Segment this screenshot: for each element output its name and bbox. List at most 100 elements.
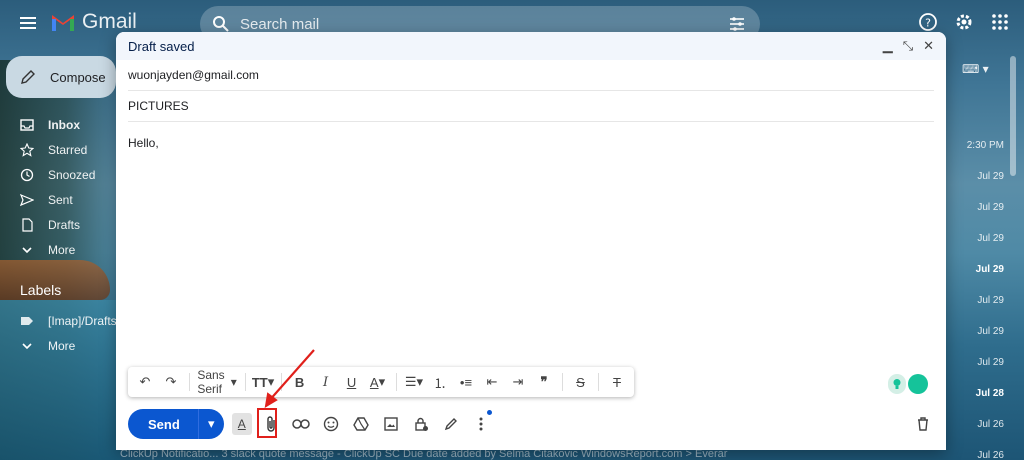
sidebar-item-label: Sent	[48, 192, 73, 207]
pop-out-icon[interactable]: ⤡	[903, 38, 913, 54]
labels-heading: Labels	[20, 282, 62, 298]
input-tools-icon[interactable]: ⌨ ▾	[962, 62, 989, 76]
label-item-label: [Imap]/Drafts	[48, 313, 117, 328]
sidebar-nav: Inbox Starred Snoozed Sent Drafts More	[0, 112, 120, 262]
signature-icon[interactable]	[440, 413, 462, 435]
email-date: Jul 29	[977, 326, 1004, 337]
minimize-icon[interactable]: ▁	[883, 38, 893, 54]
font-select-value: Sans Serif	[197, 368, 225, 396]
main-menu-icon[interactable]	[18, 13, 38, 33]
search-options-icon[interactable]	[728, 15, 746, 33]
send-options-icon[interactable]: ▾	[197, 409, 224, 439]
redo-icon[interactable]: ↷	[160, 371, 182, 393]
apps-grid-icon[interactable]	[990, 12, 1010, 32]
grammarly-icon[interactable]	[908, 374, 928, 394]
app-name: Gmail	[82, 10, 137, 33]
attach-file-button[interactable]	[256, 408, 282, 438]
search-icon[interactable]	[212, 15, 230, 33]
undo-icon[interactable]: ↶	[134, 371, 156, 393]
sidebar-item-label: More	[48, 242, 76, 257]
numbered-list-icon[interactable]: ⒈	[429, 371, 451, 393]
bold-icon[interactable]: B	[289, 371, 311, 393]
subject-text: PICTURES	[128, 99, 189, 113]
sidebar-item-more[interactable]: More	[0, 237, 120, 262]
send-button[interactable]: Send	[128, 409, 198, 439]
text-color-icon[interactable]: A ▾	[367, 371, 389, 393]
quote-icon[interactable]: ❞	[533, 371, 555, 393]
notification-dot	[486, 410, 492, 415]
italic-icon[interactable]: I	[315, 371, 337, 393]
discard-draft-icon[interactable]	[912, 413, 934, 435]
help-icon[interactable]: ?	[918, 12, 938, 32]
sidebar-item-drafts[interactable]: Drafts	[0, 212, 120, 237]
compose-label: Compose	[50, 69, 106, 85]
search-input[interactable]	[240, 15, 700, 33]
sidebar-item-sent[interactable]: Sent	[0, 187, 120, 212]
sidebar-item-starred[interactable]: Starred	[0, 137, 120, 162]
text-size-icon[interactable]: TT ▾	[252, 371, 274, 393]
insert-link-icon[interactable]	[290, 413, 312, 435]
emoji-icon[interactable]	[320, 413, 342, 435]
label-item-label: More	[48, 338, 76, 353]
gear-icon[interactable]	[954, 12, 974, 32]
email-date: Jul 29	[977, 171, 1004, 182]
label-item-more[interactable]: More	[0, 333, 120, 358]
chevron-down-icon	[20, 339, 34, 353]
email-date: Jul 29	[977, 357, 1004, 368]
email-date: Jul 26	[977, 450, 1004, 460]
draft-icon	[20, 217, 34, 232]
email-date: Jul 26	[977, 419, 1004, 430]
sidebar-item-label: Snoozed	[48, 167, 96, 182]
email-date: Jul 29	[975, 264, 1004, 275]
email-date: Jul 29	[977, 295, 1004, 306]
compose-window: Draft saved ▁ ⤡ ✕ wuonjayden@gmail.com P…	[116, 32, 946, 450]
email-date: 2:30 PM	[966, 140, 1004, 151]
compose-title: Draft saved	[128, 38, 195, 54]
insert-photo-icon[interactable]	[380, 413, 402, 435]
sidebar-item-label: Starred	[48, 142, 88, 157]
email-date: Jul 29	[977, 233, 1004, 244]
drive-icon[interactable]	[350, 413, 372, 435]
attachment-highlight-box	[256, 408, 277, 438]
pencil-icon	[21, 70, 35, 84]
indent-more-icon[interactable]: ⇥	[507, 371, 529, 393]
indent-less-icon[interactable]: ⇤	[481, 371, 503, 393]
email-list-edge: ⌨ ▾ 2:30 PM Jul 29 Jul 29 Jul 29 Jul 29 …	[944, 48, 1024, 460]
font-select[interactable]: Sans Serif ▾	[196, 368, 237, 396]
grammarly-widget[interactable]	[888, 374, 928, 396]
sidebar-item-label: Inbox	[48, 117, 80, 132]
close-icon[interactable]: ✕	[923, 38, 934, 54]
confidential-mode-icon[interactable]	[410, 413, 432, 435]
dropdown-caret-icon: ▾	[230, 375, 237, 389]
formatting-options-icon[interactable]: A	[231, 413, 252, 435]
clock-icon	[20, 168, 34, 182]
lightbulb-icon[interactable]	[888, 374, 906, 394]
subject-field[interactable]: PICTURES	[128, 91, 934, 122]
compose-actions: Send ▾ A	[128, 408, 934, 439]
send-button-group: Send ▾	[128, 409, 224, 439]
email-date: Jul 28	[975, 388, 1004, 399]
recipient-email: wuonjayden@gmail.com	[128, 68, 259, 82]
more-options-icon[interactable]	[470, 410, 492, 435]
strikethrough-icon[interactable]: S	[569, 371, 591, 393]
email-dates: 2:30 PM Jul 29 Jul 29 Jul 29 Jul 29 Jul …	[944, 130, 1004, 460]
label-item-imap-drafts[interactable]: [Imap]/Drafts	[0, 308, 120, 333]
gmail-logo[interactable]: Gmail	[50, 10, 137, 34]
star-icon	[19, 142, 35, 157]
svg-text:?: ?	[925, 17, 931, 30]
sidebar-item-label: Drafts	[48, 217, 81, 232]
sidebar-item-inbox[interactable]: Inbox	[0, 112, 120, 137]
bulleted-list-icon[interactable]: •≡	[455, 371, 477, 393]
formatting-toolbar: ↶ ↷ Sans Serif ▾ TT ▾ B I U A ▾ ☰▾ ⒈ •≡ ⇤ …	[128, 367, 634, 397]
underline-icon[interactable]: U	[341, 371, 363, 393]
message-body[interactable]: Hello,	[128, 136, 934, 150]
compose-button[interactable]: Compose	[6, 56, 116, 98]
gmail-m-icon	[52, 15, 74, 31]
label-icon	[20, 314, 34, 328]
sidebar-item-snoozed[interactable]: Snoozed	[0, 162, 120, 187]
remove-formatting-icon[interactable]: T	[606, 371, 628, 393]
to-field[interactable]: wuonjayden@gmail.com	[128, 60, 934, 91]
send-icon	[19, 193, 35, 207]
align-icon[interactable]: ☰▾	[403, 371, 425, 393]
scrollbar[interactable]	[1010, 56, 1016, 176]
